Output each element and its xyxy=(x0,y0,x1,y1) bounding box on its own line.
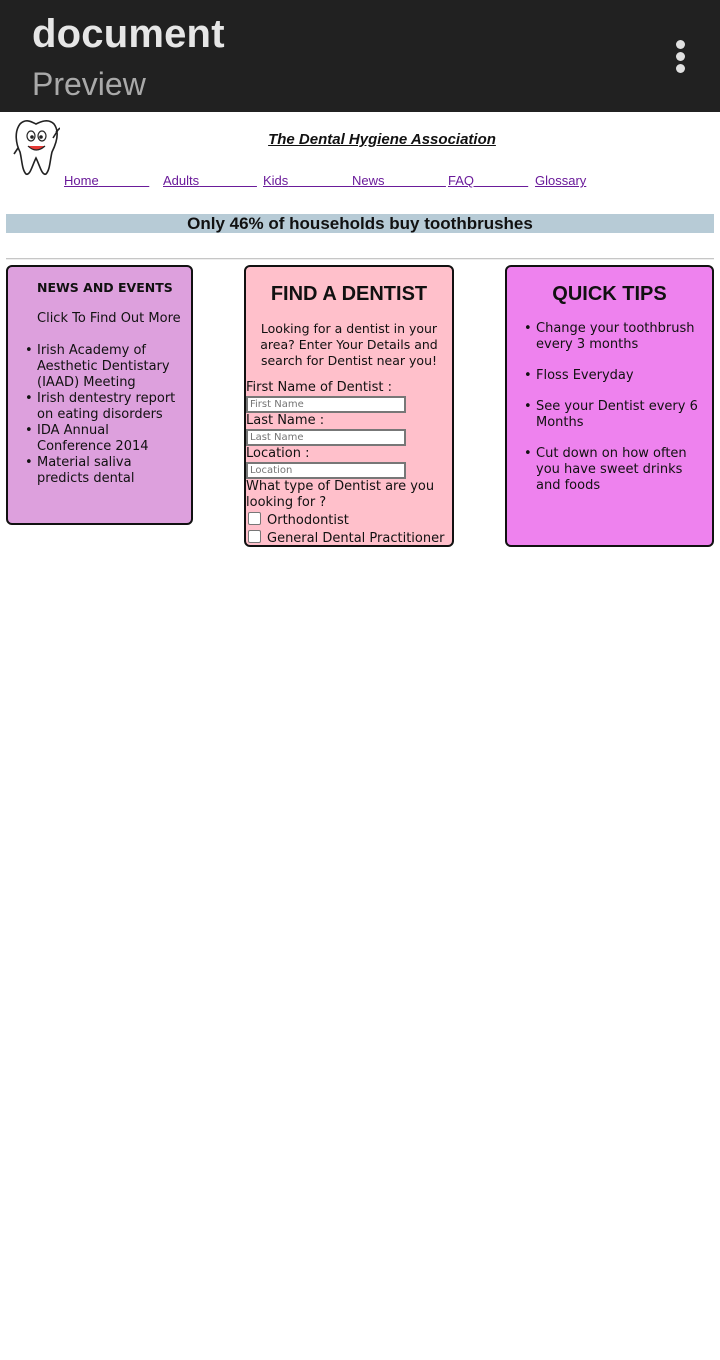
find-out-more-link[interactable]: Click To Find Out More xyxy=(37,311,181,326)
quick-tips-heading: QUICK TIPS xyxy=(552,283,667,305)
location-label: Location : xyxy=(246,446,310,461)
list-item: See your Dentist every 6 Months xyxy=(524,399,711,431)
app-title: document xyxy=(32,12,225,56)
general-practitioner-checkbox[interactable] xyxy=(248,530,261,543)
general-practitioner-option[interactable]: General Dental Practitioner xyxy=(248,530,444,546)
find-dentist-heading: FIND A DENTIST xyxy=(270,283,428,305)
stat-banner: Only 46% of households buy toothbrushes xyxy=(6,214,714,233)
find-dentist-intro: Looking for a dentist in your area? Ente… xyxy=(260,321,438,368)
app-subtitle: Preview xyxy=(32,66,146,102)
orthodontist-option[interactable]: Orthodontist xyxy=(248,512,349,528)
nav-home-link[interactable]: Home xyxy=(64,173,149,188)
quick-tips-panel: QUICK TIPS Change your toothbrush every … xyxy=(505,265,714,547)
news-events-panel: NEWS AND EVENTS Click To Find Out More I… xyxy=(6,265,193,525)
nav-adults-link[interactable]: Adults xyxy=(163,173,257,188)
nav-faq-link[interactable]: FAQ xyxy=(448,173,528,188)
tips-list: Change your toothbrush every 3 months Fl… xyxy=(524,321,711,509)
orthodontist-checkbox[interactable] xyxy=(248,512,261,525)
nav-glossary-link[interactable]: Glossary xyxy=(535,173,586,188)
site-title: The Dental Hygiene Association xyxy=(268,131,496,148)
more-vert-icon[interactable] xyxy=(668,36,692,76)
news-list: Irish Academy of Aesthetic Dentistary (I… xyxy=(25,343,187,487)
list-item[interactable]: Irish Academy of Aesthetic Dentistary (I… xyxy=(25,343,187,391)
list-item[interactable]: Material saliva predicts dental xyxy=(25,455,187,487)
app-bar: document Preview xyxy=(0,0,720,112)
list-item[interactable]: IDA Annual Conference 2014 xyxy=(25,423,187,455)
list-item[interactable]: Irish dentestry report on eating disorde… xyxy=(25,391,187,423)
news-heading: NEWS AND EVENTS xyxy=(37,280,173,295)
list-item: Change your toothbrush every 3 months xyxy=(524,321,711,353)
last-name-input[interactable] xyxy=(246,429,406,446)
list-item: Cut down on how often you have sweet dri… xyxy=(524,446,711,494)
dentist-type-label: What type of Dentist are you looking for… xyxy=(246,479,435,510)
location-input[interactable] xyxy=(246,462,406,479)
list-item: Floss Everyday xyxy=(524,368,711,384)
first-name-label: First Name of Dentist : xyxy=(246,380,392,395)
nav-kids-link[interactable]: Kids xyxy=(263,173,353,188)
divider xyxy=(6,258,714,260)
last-name-label: Last Name : xyxy=(246,413,325,428)
nav-news-link[interactable]: News xyxy=(352,173,446,188)
find-dentist-form: FIND A DENTIST Looking for a dentist in … xyxy=(244,265,454,547)
first-name-input[interactable] xyxy=(246,396,406,413)
